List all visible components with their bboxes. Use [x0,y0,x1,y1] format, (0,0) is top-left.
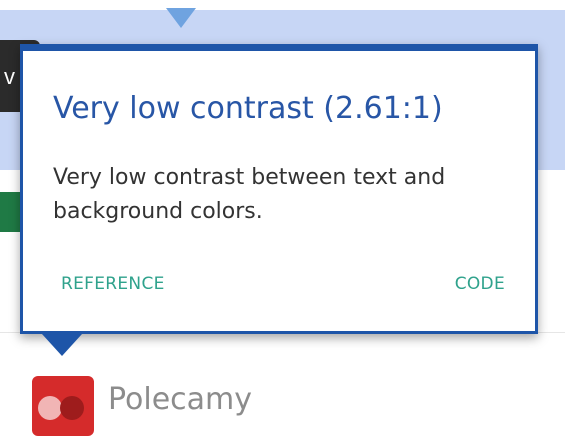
code-link[interactable]: CODE [455,274,505,294]
reference-link[interactable]: REFERENCE [61,274,165,294]
polecamy-logo-icon[interactable] [32,376,94,436]
logo-dark-circle [60,396,84,420]
popup-title: Very low contrast (2.61:1) [53,91,443,126]
popup-pointer-bottom [42,334,82,356]
logo-light-circle [38,396,62,420]
popup-description: Very low contrast between text and backg… [53,165,446,224]
dark-tab-letter: v [4,64,15,89]
contrast-issue-popup: Very low contrast (2.61:1) Very low cont… [20,44,538,334]
app-name[interactable]: Polecamy [108,382,252,417]
highlight-pointer-top [166,8,196,28]
